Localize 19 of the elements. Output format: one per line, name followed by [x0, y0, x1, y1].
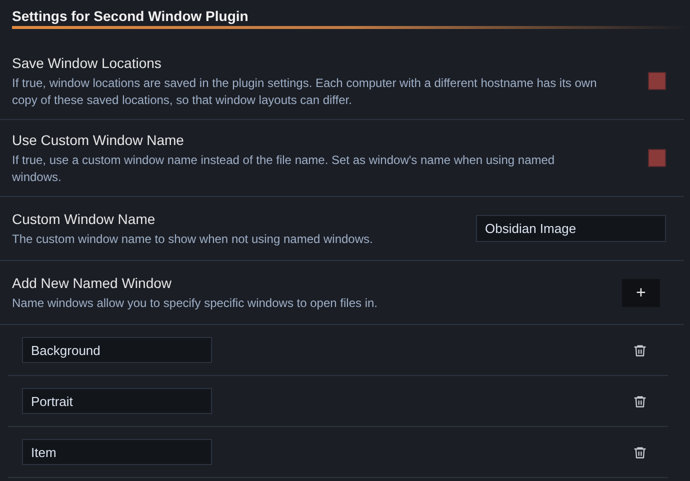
checkbox[interactable] [648, 72, 666, 90]
add-button[interactable]: + [622, 278, 660, 306]
window-name-field[interactable]: Background [22, 337, 212, 363]
setting-name: Use Custom Window Name [12, 131, 185, 150]
setting-name: Add New Named Window [12, 274, 173, 293]
window-name-field[interactable]: Portrait [22, 388, 212, 414]
setting-description: Name windows allow you to specify specific windows to open files in. [12, 295, 378, 312]
setting-description: If true, window locations are saved in the plugin settings. Each computer with a different hostname has its own copy of these saved locations, so that window layouts can differ. [12, 75, 598, 109]
setting-description: If true, use a custom window name instead of the file name. Set as window's name when using named windows. [12, 152, 556, 186]
trash-icon [633, 394, 647, 408]
text-field[interactable]: Obsidian Image [476, 215, 666, 242]
section-heading: Settings for Second Window Plugin [12, 8, 250, 24]
trash-icon [633, 444, 647, 460]
window-name-field[interactable]: Item [22, 439, 212, 465]
setting-name: Custom Window Name [12, 210, 156, 229]
trash-icon [633, 342, 647, 358]
checkbox[interactable] [648, 149, 666, 167]
setting-name: Save Window Locations [12, 54, 162, 73]
setting-description: The custom window name to show when not using named windows. [12, 231, 373, 248]
